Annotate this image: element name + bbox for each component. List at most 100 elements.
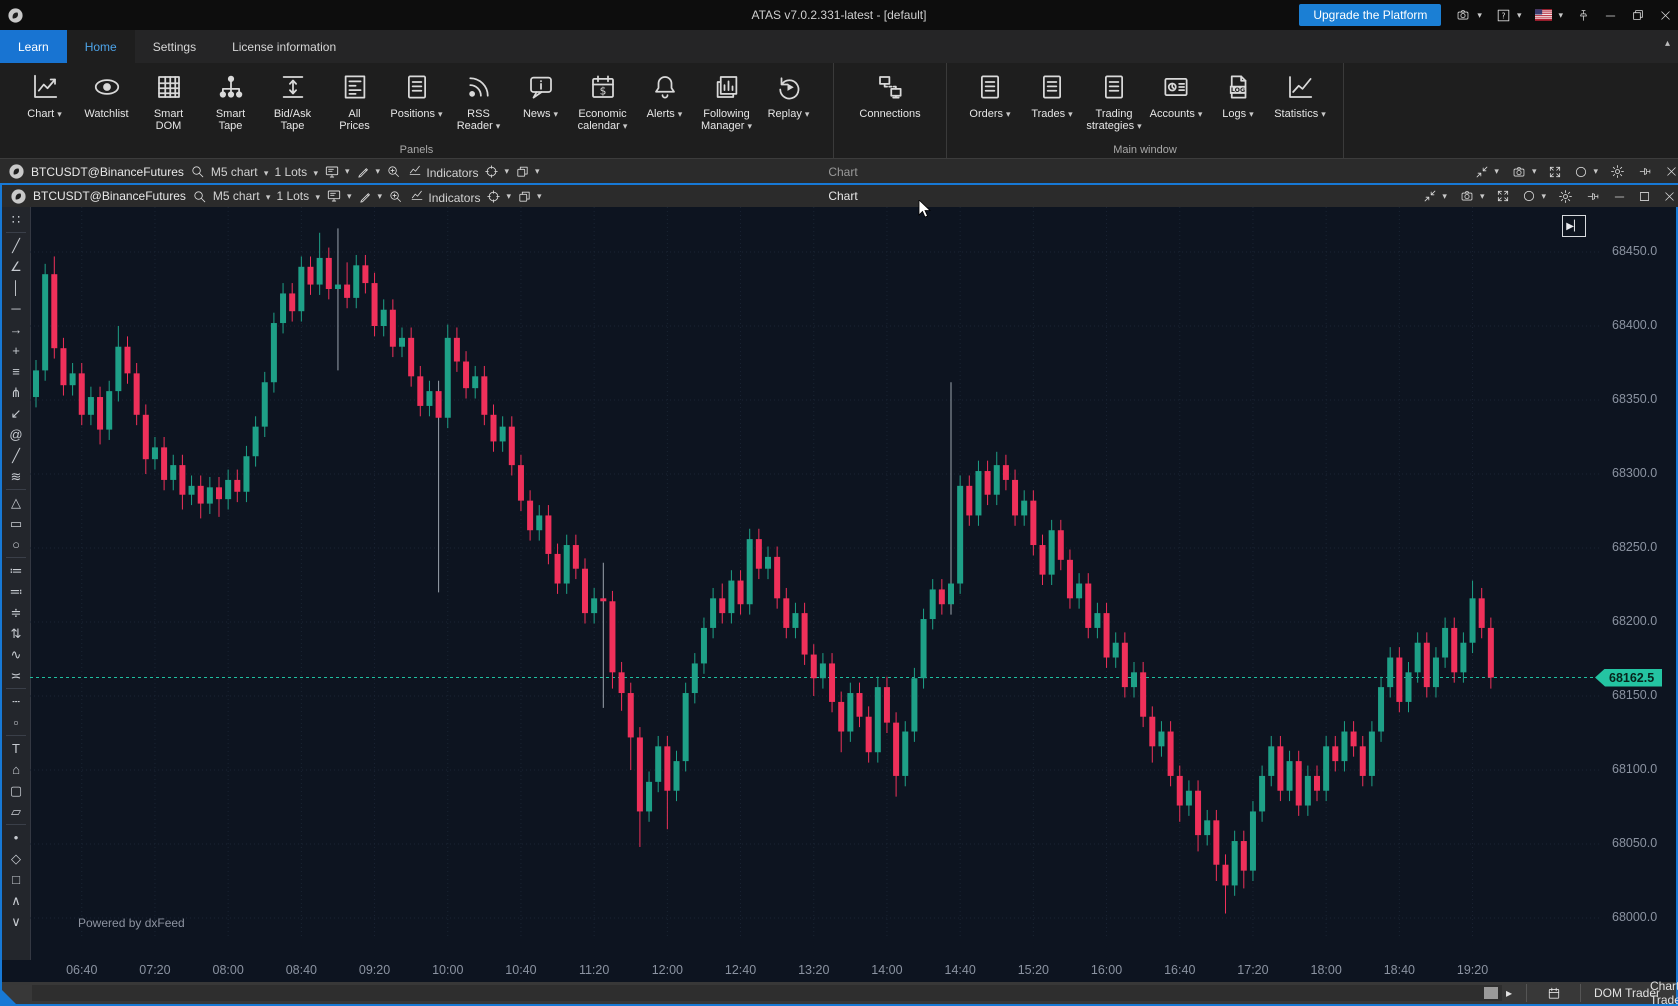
sync-group-button[interactable]: ▾: [484, 164, 509, 179]
tool-zigzag[interactable]: ∿: [4, 644, 28, 665]
ribbon-item-orders[interactable]: Orders▾: [959, 69, 1021, 120]
ribbon-item-chart[interactable]: Chart▾: [14, 69, 76, 120]
tool-ray[interactable]: →: [4, 319, 28, 340]
chart-canvas[interactable]: Powered by dxFeed ▶▏: [30, 207, 1604, 938]
tool-ellipse[interactable]: ○: [4, 534, 28, 555]
ribbon-item-economic-calendar[interactable]: $Economic calendar▾: [572, 69, 634, 132]
tool-select-region[interactable]: ▫: [4, 712, 28, 733]
ribbon-item-news[interactable]: News▾: [510, 69, 572, 120]
tool-scroll-down[interactable]: ∨: [4, 911, 28, 932]
display-mode-button[interactable]: ▾: [326, 188, 352, 204]
lots-selector[interactable]: 1 Lots ▾: [274, 165, 318, 179]
zoom-in-button[interactable]: [388, 189, 403, 204]
ribbon-item-smart-dom[interactable]: Smart DOM: [138, 69, 200, 132]
restore-button[interactable]: [1631, 8, 1645, 22]
window-settings-button[interactable]: [1610, 164, 1625, 179]
expand-window-button[interactable]: [1496, 189, 1510, 203]
ribbon-item-positions[interactable]: Positions▾: [386, 69, 448, 120]
pin-window-button[interactable]: [1637, 165, 1653, 178]
maximize-window-button[interactable]: [1638, 190, 1651, 203]
chart-trader-toggle[interactable]: Chart Trader: [1650, 982, 1678, 1004]
layout-templates-button[interactable]: ▾: [515, 164, 540, 179]
tool-drag-handle[interactable]: ∷: [4, 209, 28, 230]
time-axis[interactable]: 06:4007:2008:0008:4009:2010:0010:4011:20…: [30, 960, 1674, 982]
lots-selector[interactable]: 1 Lots ▾: [276, 189, 320, 203]
menu-tab-license-information[interactable]: License information: [214, 30, 354, 63]
tool-price-label[interactable]: ▱: [4, 801, 28, 822]
minimize-button[interactable]: [1604, 9, 1617, 22]
menu-tab-learn[interactable]: Learn: [0, 30, 67, 63]
ribbon-item-statistics[interactable]: Statistics▾: [1269, 69, 1331, 120]
tool-rectangle[interactable]: ▭: [4, 513, 28, 534]
tool-label-rect[interactable]: ▢: [4, 780, 28, 801]
sync-circle-button[interactable]: ▾: [1522, 189, 1546, 203]
scroll-right-arrow-icon[interactable]: ▸: [1506, 982, 1512, 1004]
tool-magnet[interactable]: @: [4, 424, 28, 445]
tool-square-marker[interactable]: □: [4, 869, 28, 890]
language-button[interactable]: ▾: [1535, 9, 1563, 21]
tool-brush[interactable]: ╱: [4, 445, 28, 466]
symbol-search-button[interactable]: [192, 189, 207, 204]
sync-group-button[interactable]: ▾: [486, 189, 511, 204]
ribbon-item-all-prices[interactable]: All Prices: [324, 69, 386, 132]
scrollbar-thumb[interactable]: [1484, 987, 1498, 999]
expand-window-button[interactable]: [1548, 165, 1562, 179]
close-window-button[interactable]: [1663, 190, 1676, 203]
drawing-button[interactable]: ▾: [358, 189, 383, 204]
price-axis[interactable]: 68162.5 68450.068400.068350.068300.06825…: [1604, 207, 1676, 960]
chart-window-docked-header[interactable]: BTCUSDT@BinanceFutures M5 chart ▾ 1 Lots…: [0, 158, 1678, 184]
display-mode-button[interactable]: ▾: [324, 164, 350, 180]
indicators-button[interactable]: Indicators: [407, 163, 478, 180]
drawing-button[interactable]: ▾: [356, 164, 381, 179]
horizontal-scrollbar[interactable]: [32, 985, 1502, 1001]
menu-tab-home[interactable]: Home: [67, 30, 135, 63]
tool-triangle[interactable]: △: [4, 492, 28, 513]
window-settings-button[interactable]: [1558, 189, 1573, 204]
window-screenshot-button[interactable]: ▾: [1511, 165, 1537, 179]
tool-diamond-marker[interactable]: ◇: [4, 848, 28, 869]
tool-text[interactable]: T: [4, 738, 28, 759]
close-window-button[interactable]: [1665, 165, 1678, 178]
ribbon-item-following-manager[interactable]: Following Manager▾: [696, 69, 758, 132]
goto-latest-button[interactable]: ▶▏: [1562, 215, 1586, 237]
tool-cross-line[interactable]: +: [4, 340, 28, 361]
help-button[interactable]: ?▾: [1496, 8, 1522, 23]
tool-fib-extension[interactable]: ≕: [4, 581, 28, 602]
ribbon-item-accounts[interactable]: Accounts▾: [1145, 69, 1207, 120]
timeframe-selector[interactable]: M5 chart ▾: [211, 165, 269, 179]
tool-fib-retracement[interactable]: ≔: [4, 560, 28, 581]
symbol-label[interactable]: BTCUSDT@BinanceFutures: [33, 189, 186, 203]
ribbon-item-replay[interactable]: Replay▾: [758, 69, 820, 120]
collapse-ribbon-chevron[interactable]: ▴: [1665, 38, 1670, 49]
collapse-window-button[interactable]: ▾: [1423, 189, 1447, 203]
tool-volume-levels[interactable]: ⇅: [4, 623, 28, 644]
ribbon-item-rss-reader[interactable]: RSS Reader▾: [448, 69, 510, 132]
menu-tab-settings[interactable]: Settings: [135, 30, 214, 63]
screenshot-button[interactable]: ▾: [1455, 8, 1482, 22]
upgrade-platform-button[interactable]: Upgrade the Platform: [1299, 4, 1441, 26]
tool-vertical-line[interactable]: │: [4, 277, 28, 298]
tool-select-dotted[interactable]: ┄: [4, 691, 28, 712]
tool-arrow-marker[interactable]: ↙: [4, 403, 28, 424]
close-button[interactable]: [1659, 9, 1672, 22]
chart-window-header[interactable]: BTCUSDT@BinanceFutures M5 chart ▾ 1 Lots…: [2, 185, 1678, 207]
collapse-window-button[interactable]: ▾: [1475, 165, 1499, 179]
tool-ruler[interactable]: ≍: [4, 665, 28, 686]
tool-callout[interactable]: ⌂: [4, 759, 28, 780]
sync-circle-button[interactable]: ▾: [1574, 165, 1598, 179]
ribbon-item-bid-ask-tape[interactable]: Bid/Ask Tape: [262, 69, 324, 132]
symbol-search-button[interactable]: [190, 164, 205, 179]
ribbon-item-trades[interactable]: Trades▾: [1021, 69, 1083, 120]
ribbon-item-watchlist[interactable]: Watchlist: [76, 69, 138, 120]
indicators-button[interactable]: Indicators: [409, 188, 480, 205]
tool-horizontal-line[interactable]: ─: [4, 298, 28, 319]
tool-pitchfork[interactable]: ⋔: [4, 382, 28, 403]
tool-fib-fan[interactable]: ≑: [4, 602, 28, 623]
tool-trend-line[interactable]: ╱: [4, 235, 28, 256]
pin-window-button[interactable]: [1577, 8, 1590, 23]
pin-window-button[interactable]: [1585, 190, 1601, 203]
tool-angle[interactable]: ∠: [4, 256, 28, 277]
ribbon-item-logs[interactable]: LOGLogs▾: [1207, 69, 1269, 120]
ribbon-item-smart-tape[interactable]: Smart Tape: [200, 69, 262, 132]
layout-templates-button[interactable]: ▾: [517, 189, 542, 204]
